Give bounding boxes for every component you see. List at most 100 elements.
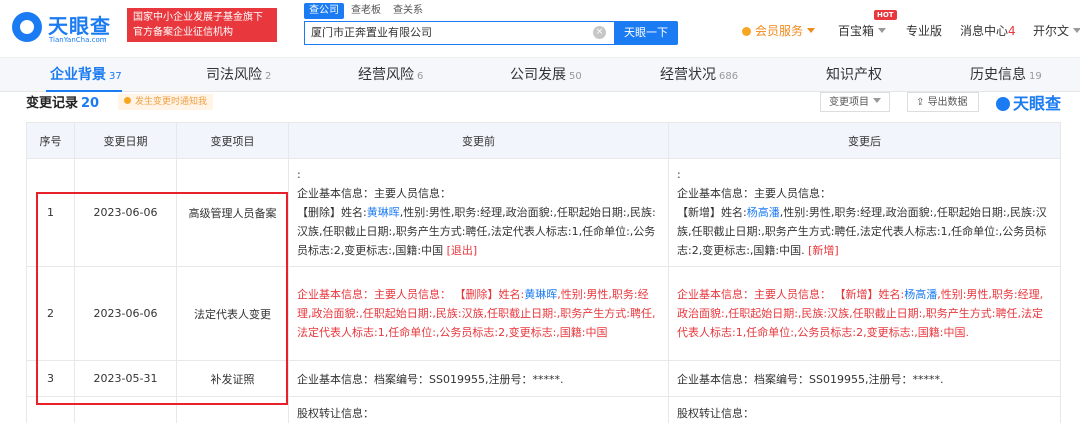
tab-label: 知识产权 xyxy=(826,67,882,83)
cell-item: 补发证照 xyxy=(176,360,289,397)
treasure-box-menu[interactable]: 百宝箱 xyxy=(838,22,887,39)
tab-count: 37 xyxy=(109,71,122,82)
logo-text: 天眼查 xyxy=(48,14,111,38)
chevron-down-icon xyxy=(807,28,816,33)
chevron-down-icon xyxy=(878,28,887,33)
bell-icon xyxy=(124,97,131,104)
before-prefix: 企业基本信息：主要人员信息： 【删除】姓名: xyxy=(297,288,525,301)
pro-version-link[interactable]: 专业版 xyxy=(906,22,942,39)
export-label: 导出数据 xyxy=(927,97,968,108)
message-label: 消息中心 xyxy=(960,24,1009,38)
change-item-filter[interactable]: 变更项目 xyxy=(820,92,890,112)
person-link[interactable]: 黄琳晖 xyxy=(367,206,400,219)
filter-label: 变更项目 xyxy=(829,97,869,108)
col-header-after: 变更后 xyxy=(668,122,1061,159)
search-input[interactable]: 厦门市正奔置业有限公司 xyxy=(304,21,614,45)
tab-search-relation[interactable]: 查关系 xyxy=(388,3,428,19)
tab-search-boss[interactable]: 查老板 xyxy=(346,3,386,19)
badge-line-1: 国家中小企业发展子基金旗下 xyxy=(133,12,263,23)
section-title-text: 变更记录 xyxy=(26,96,79,111)
cell-before: 企业基本信息：档案编号：SS019955,注册号：*****. xyxy=(288,360,669,397)
cell-date: 2023-05-31 xyxy=(74,360,177,397)
col-header-before: 变更前 xyxy=(288,122,669,159)
user-name: 开尔文 xyxy=(1033,24,1070,38)
cell-before: 股权转让信息： xyxy=(288,396,669,423)
tab-label: 企业背景 xyxy=(50,67,106,83)
treasure-label: 百宝箱 xyxy=(838,24,875,38)
after-text: 企业基本信息：主要人员信息： 【新增】姓名:杨高潘,性别:男性,职务:经理,政治… xyxy=(677,285,1052,342)
section-tabs: 企业背景 37 司法风险 2 经营风险 6 公司发展 50 经营状况 686 知识产权 历… xyxy=(0,58,1080,92)
vip-service-menu[interactable]: 会员服务 xyxy=(742,22,816,39)
cell-item: 高级管理人员备案 xyxy=(176,158,289,267)
tab-search-company[interactable]: 查公司 xyxy=(304,3,344,19)
tab-count: 686 xyxy=(719,71,739,82)
hot-badge: HOT xyxy=(874,10,897,20)
col-header-item: 变更项目 xyxy=(176,122,289,159)
after-text: : 企业基本信息：主要人员信息： 【新增】姓名:杨高潘,性别:男性,职务:经理,… xyxy=(677,165,1052,260)
tab-count: 2 xyxy=(265,71,272,82)
record-count: 20 xyxy=(81,96,100,111)
chevron-down-icon xyxy=(1073,28,1080,33)
cell-after: : 企业基本信息：主要人员信息： 【新增】姓名:杨高潘,性别:男性,职务:经理,… xyxy=(668,158,1061,267)
before-text: 企业基本信息：主要人员信息： 【删除】姓名:黄琳晖,性别:男性,职务:经理,政治… xyxy=(297,285,660,342)
section-title: 变更记录 20 xyxy=(26,92,99,111)
before-detail: 【删除】姓名:黄琳晖,性别:男性,职务:经理,政治面貌:,任职起始日期:,民族:… xyxy=(297,203,660,260)
after-title: 企业基本信息：主要人员信息： xyxy=(677,187,831,200)
cell-date: 2023-06-06 xyxy=(74,266,177,361)
before-text: : 企业基本信息：主要人员信息： 【删除】姓名:黄琳晖,性别:男性,职务:经理,… xyxy=(297,165,660,260)
after-detail: 【新增】姓名:杨高潘,性别:男性,职务:经理,政治面貌:,任职起始日期:,民族:… xyxy=(677,203,1052,260)
before-status: [退出] xyxy=(446,244,478,257)
tab-business-status[interactable]: 经营状况 686 xyxy=(660,58,738,92)
tab-enterprise-background[interactable]: 企业背景 37 xyxy=(50,58,122,92)
official-badge: 国家中小企业发展子基金旗下 官方备案企业征信机构 xyxy=(127,8,277,42)
person-link[interactable]: 杨高潘 xyxy=(904,288,937,301)
clear-icon[interactable]: × xyxy=(593,26,606,39)
cell-seq: 2 xyxy=(26,266,75,361)
after-status: [新增] xyxy=(808,244,839,257)
search-button[interactable]: 天眼一下 xyxy=(614,21,678,45)
table-row: 3 2023-05-31 补发证照 企业基本信息：档案编号：SS019955,注… xyxy=(26,360,1061,397)
message-center-link[interactable]: 消息中心4 xyxy=(960,22,1016,39)
cell-seq: 3 xyxy=(26,360,75,397)
tab-label: 司法风险 xyxy=(206,67,262,83)
before-lead: : xyxy=(297,168,301,181)
tab-company-development[interactable]: 公司发展 50 xyxy=(510,58,582,92)
before-title: 企业基本信息：主要人员信息： xyxy=(297,187,451,200)
cell-before: : 企业基本信息：主要人员信息： 【删除】姓名:黄琳晖,性别:男性,职务:经理,… xyxy=(288,158,669,267)
tab-count: 6 xyxy=(417,71,424,82)
col-header-seq: 序号 xyxy=(26,122,75,159)
after-prefix: 企业基本信息：主要人员信息： 【新增】姓名: xyxy=(677,288,905,301)
cell-after: 企业基本信息：主要人员信息： 【新增】姓名:杨高潘,性别:男性,职务:经理,政治… xyxy=(668,266,1061,361)
export-button[interactable]: ⇪ 导出数据 xyxy=(907,92,979,112)
cell-date: 2023-06-06 xyxy=(74,158,177,267)
message-count: 4 xyxy=(1008,24,1016,38)
cell-seq: 1 xyxy=(26,158,75,267)
tab-history[interactable]: 历史信息 19 xyxy=(970,58,1042,92)
watermark-text: 天眼查 xyxy=(1013,94,1062,113)
cell-date xyxy=(74,396,177,423)
records-toolbar: 变更记录 20 发生变更时通知我 变更项目 ⇪ 导出数据 天眼查 xyxy=(0,92,1080,114)
tab-count: 50 xyxy=(569,71,582,82)
tab-label: 经营状况 xyxy=(660,67,716,83)
cell-before: 企业基本信息：主要人员信息： 【删除】姓名:黄琳晖,性别:男性,职务:经理,政治… xyxy=(288,266,669,361)
table-header-row: 序号 变更日期 变更项目 变更前 变更后 xyxy=(26,122,1061,159)
person-link[interactable]: 杨高潘 xyxy=(747,206,780,219)
logo-eye-icon xyxy=(996,97,1010,111)
tab-intellectual-property[interactable]: 知识产权 xyxy=(826,58,885,92)
tab-label: 公司发展 xyxy=(510,67,566,83)
person-link[interactable]: 黄琳晖 xyxy=(524,288,557,301)
tab-operation-risk[interactable]: 经营风险 6 xyxy=(358,58,423,92)
chevron-down-icon xyxy=(873,98,881,103)
user-menu[interactable]: 开尔文 xyxy=(1033,22,1080,39)
site-logo[interactable]: 天眼查 TianYanCha.com xyxy=(12,8,122,50)
cell-seq xyxy=(26,396,75,423)
notify-me-link[interactable]: 发生变更时通知我 xyxy=(118,94,214,110)
tab-label: 经营风险 xyxy=(358,67,414,83)
watermark-logo: 天眼查 xyxy=(996,92,1061,114)
notify-label: 发生变更时通知我 xyxy=(135,97,208,107)
badge-line-2: 官方备案企业征信机构 xyxy=(133,27,233,38)
tab-judicial-risk[interactable]: 司法风险 2 xyxy=(206,58,271,92)
vip-label: 会员服务 xyxy=(755,24,804,38)
export-icon: ⇪ xyxy=(916,97,928,108)
logo-domain: TianYanCha.com xyxy=(49,36,107,44)
